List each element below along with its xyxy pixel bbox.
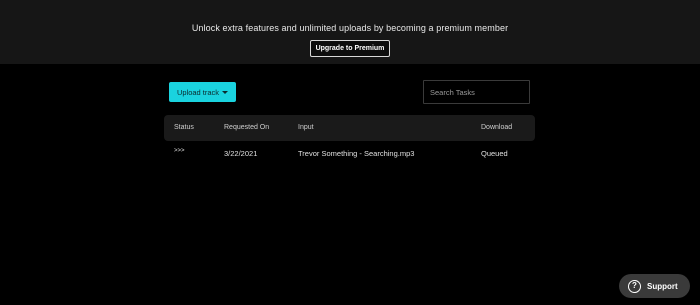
- table-row[interactable]: >>> 3/22/2021 Trevor Something - Searchi…: [164, 141, 535, 165]
- banner-message: Unlock extra features and unlimited uplo…: [191, 23, 509, 33]
- table-header: Status Requested On Input Download: [164, 115, 535, 141]
- caret-down-icon: [222, 90, 229, 94]
- requested-on-cell: 3/22/2021: [224, 149, 258, 158]
- support-label: Support: [647, 281, 678, 291]
- column-header-status: Status: [174, 124, 194, 131]
- upload-track-label: Upload track: [176, 87, 220, 97]
- download-status-cell: Queued: [481, 149, 508, 158]
- status-indicator: >>>: [174, 148, 185, 154]
- column-header-input: Input: [298, 124, 314, 131]
- question-circle-icon: ?: [628, 279, 641, 293]
- premium-banner: Unlock extra features and unlimited uplo…: [0, 0, 700, 64]
- column-header-requested-on: Requested On: [224, 124, 270, 131]
- column-header-download: Download: [481, 124, 513, 131]
- upload-track-button[interactable]: Upload track: [169, 82, 236, 102]
- search-tasks-input[interactable]: [423, 80, 530, 104]
- support-button[interactable]: ? Support: [619, 274, 690, 298]
- input-file-cell: Trevor Something - Searching.mp3: [298, 149, 415, 158]
- upgrade-to-premium-button[interactable]: Upgrade to Premium: [309, 40, 391, 57]
